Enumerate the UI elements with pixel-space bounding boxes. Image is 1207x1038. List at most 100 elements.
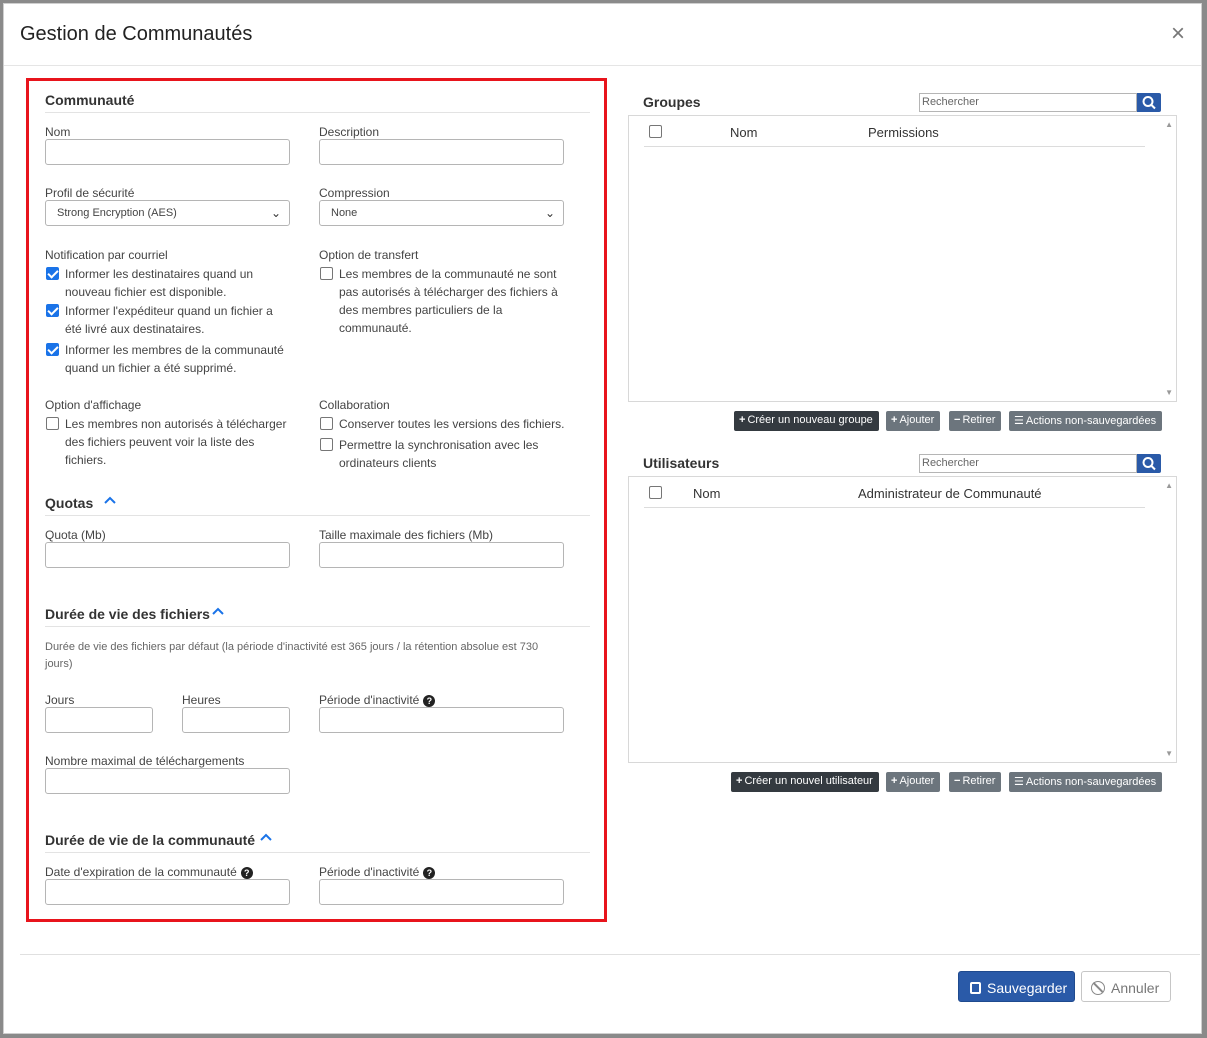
notif-checkbox-1[interactable] (46, 267, 59, 280)
remove-group-button[interactable]: − Retirer (949, 411, 1002, 431)
notif-checkbox-3[interactable] (46, 343, 59, 356)
transfert-label: Option de transfert (319, 248, 419, 262)
heures-label: Heures (182, 693, 221, 707)
create-group-button[interactable]: + Créer un nouveau groupe (734, 411, 879, 431)
scroll-down-icon[interactable]: ▼ (1165, 749, 1173, 758)
minus-icon: − (954, 414, 961, 426)
plus-icon: + (739, 414, 746, 426)
collab-checkbox-1[interactable] (320, 417, 333, 430)
modal-title: Gestion de Communautés (20, 23, 253, 45)
user-actions-button[interactable]: ☰ Actions non-sauvegardées (1009, 772, 1163, 792)
profil-securite-value: Strong Encryption (AES) (57, 207, 177, 219)
groupes-search-button[interactable] (1137, 93, 1161, 112)
affichage-line-2: des fichiers peuvent voir la liste des (65, 435, 255, 449)
collab-option-1: Conserver toutes les versions des fichie… (339, 417, 565, 431)
affichage-line-3: fichiers. (65, 453, 107, 467)
utilisateurs-col-admin[interactable]: Administrateur de Communauté (858, 486, 1042, 501)
chevron-up-icon[interactable] (103, 493, 117, 507)
profil-securite-select[interactable]: Strong Encryption (AES) ⌄ (45, 200, 290, 226)
remove-user-button[interactable]: − Retirer (949, 772, 1002, 792)
collaboration-label: Collaboration (319, 398, 390, 412)
collab-option-2: Permettre la synchronisation avec les or… (339, 436, 538, 472)
communaute-inactivite-label: Période d'inactivité? (319, 865, 436, 879)
heures-input[interactable] (182, 707, 290, 733)
utilisateurs-table: Nom Administrateur de Communauté ▲ ▼ (628, 476, 1177, 763)
notif-option-1-line-1: Informer les destinataires quand un (65, 267, 254, 281)
taille-max-label: Taille maximale des fichiers (Mb) (319, 528, 494, 542)
ban-icon (1091, 981, 1105, 995)
group-actions-button[interactable]: ☰ Actions non-sauvegardées (1009, 411, 1163, 431)
scroll-up-icon[interactable]: ▲ (1165, 481, 1173, 490)
periode-inactivite-input[interactable] (319, 707, 564, 733)
taille-max-input[interactable] (319, 542, 564, 568)
group-actions-label: Actions non-sauvegardées (1025, 415, 1157, 427)
affichage-checkbox[interactable] (46, 417, 59, 430)
save-button[interactable]: Sauvegarder (958, 971, 1075, 1002)
communaute-inactivite-input[interactable] (319, 879, 564, 905)
question-circle-icon[interactable]: ? (423, 867, 436, 879)
groupes-col-permissions[interactable]: Permissions (868, 125, 939, 140)
collab-checkbox-2[interactable] (320, 438, 333, 451)
add-user-label: Ajouter (899, 775, 935, 787)
create-user-button[interactable]: + Créer un nouvel utilisateur (731, 772, 879, 792)
cancel-button[interactable]: Annuler (1081, 971, 1171, 1002)
groupes-title: Groupes (643, 94, 701, 110)
user-actions-label: Actions non-sauvegardées (1025, 776, 1157, 788)
create-user-label: Créer un nouvel utilisateur (744, 775, 873, 787)
nom-input[interactable] (45, 139, 290, 165)
notif-option-2: Informer l'expéditeur quand un fichier a… (65, 302, 273, 338)
community-modal: Gestion de Communautés × Communauté Nom … (3, 3, 1202, 1034)
duree-fichiers-desc-line-1: Durée de vie des fichiers par défaut (la… (45, 641, 539, 653)
utilisateurs-search-input[interactable]: Rechercher (919, 454, 1137, 473)
question-circle-icon[interactable]: ? (240, 867, 253, 879)
add-user-button[interactable]: + Ajouter (886, 772, 941, 792)
question-circle-icon[interactable]: ? (423, 695, 436, 707)
section-divider (45, 515, 590, 516)
list-icon: ☰ (1014, 776, 1024, 788)
table-header-divider (644, 507, 1145, 508)
date-expiration-input[interactable] (45, 879, 290, 905)
groupes-col-nom[interactable]: Nom (730, 125, 757, 140)
groupes-search-input[interactable]: Rechercher (919, 93, 1137, 112)
duree-fichiers-description: Durée de vie des fichiers par défaut (la… (45, 639, 565, 673)
transfert-checkbox[interactable] (320, 267, 333, 280)
plus-icon: + (736, 775, 743, 787)
utilisateurs-select-all-checkbox[interactable] (649, 486, 662, 499)
scroll-down-icon[interactable]: ▼ (1165, 388, 1173, 397)
section-title-communaute: Communauté (45, 92, 135, 108)
compression-label: Compression (319, 186, 390, 200)
utilisateurs-title: Utilisateurs (643, 455, 720, 471)
close-icon[interactable]: × (1171, 22, 1185, 46)
plus-icon: + (891, 775, 898, 787)
notif-option-2-line-1: Informer l'expéditeur quand un fichier a (65, 304, 273, 318)
notification-label: Notification par courriel (45, 248, 168, 262)
max-telechargements-input[interactable] (45, 768, 290, 794)
scroll-up-icon[interactable]: ▲ (1165, 120, 1173, 129)
compression-value: None (331, 207, 358, 219)
groupes-select-all-checkbox[interactable] (649, 125, 662, 138)
notif-checkbox-2[interactable] (46, 304, 59, 317)
notif-option-3: Informer les membres de la communauté qu… (65, 341, 284, 377)
list-icon: ☰ (1014, 415, 1024, 427)
chevron-down-icon: ⌄ (270, 206, 281, 220)
plus-icon: + (891, 414, 898, 426)
remove-group-label: Retirer (962, 414, 996, 426)
search-icon (1142, 457, 1156, 471)
compression-select[interactable]: None ⌄ (319, 200, 564, 226)
description-input[interactable] (319, 139, 564, 165)
utilisateurs-search-button[interactable] (1137, 454, 1161, 473)
notif-option-2-line-2: été livré aux destinataires. (65, 322, 205, 336)
save-icon (970, 982, 981, 994)
jours-input[interactable] (45, 707, 153, 733)
section-title-quotas: Quotas (45, 495, 94, 511)
add-group-button[interactable]: + Ajouter (886, 411, 941, 431)
utilisateurs-col-nom[interactable]: Nom (693, 486, 720, 501)
quota-label: Quota (Mb) (45, 528, 106, 542)
chevron-up-icon[interactable] (259, 830, 273, 844)
chevron-up-icon[interactable] (211, 604, 225, 618)
groupes-table: Nom Permissions ▲ ▼ (628, 115, 1177, 402)
section-title-duree-fichiers: Durée de vie des fichiers (45, 606, 210, 622)
section-title-duree-communaute: Durée de vie de la communauté (45, 832, 256, 848)
quota-input[interactable] (45, 542, 290, 568)
transfert-line-2: pas autorisés à télécharger des fichiers… (339, 285, 558, 299)
